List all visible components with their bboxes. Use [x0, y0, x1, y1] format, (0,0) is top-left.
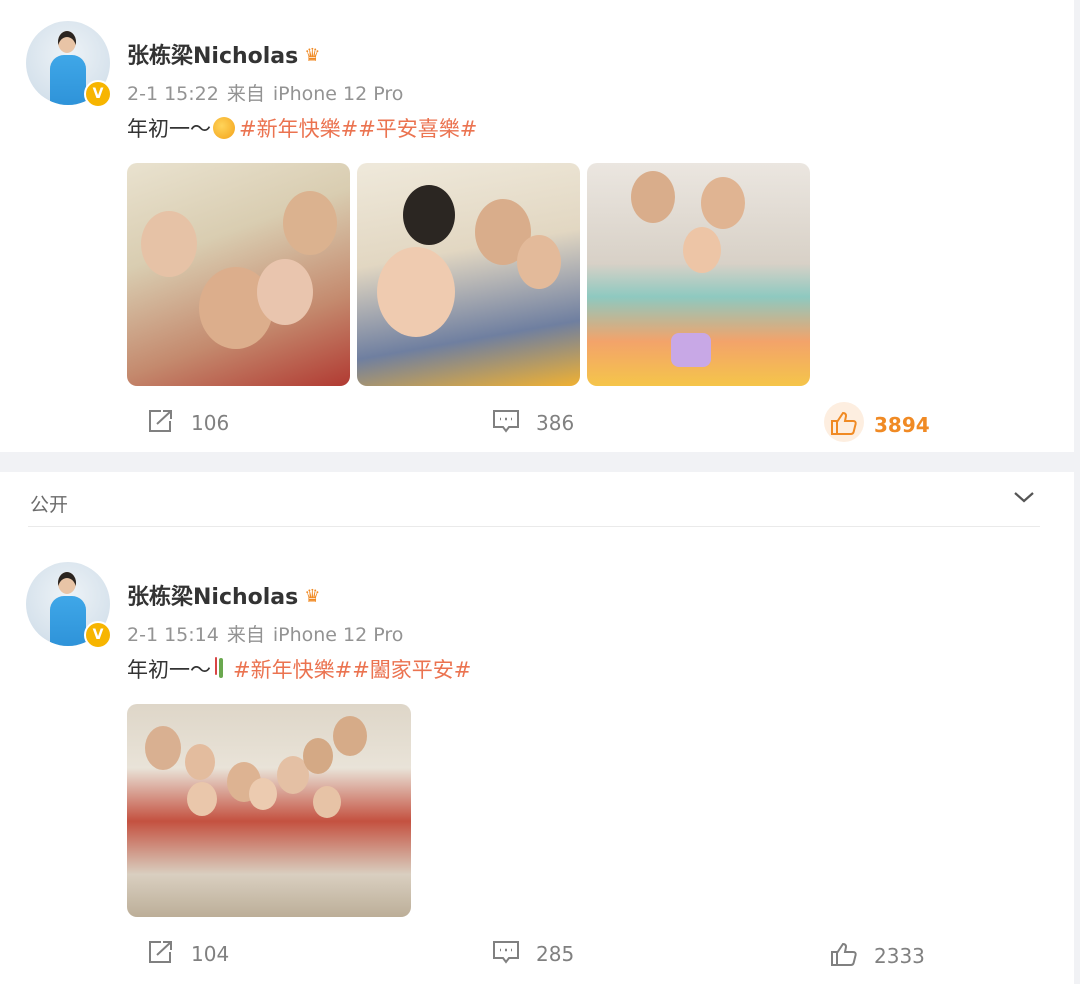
repost-count: 104: [191, 942, 230, 966]
bamboo-sprig-icon: [213, 658, 229, 680]
post-meta: 2-1 15:14 来自 iPhone 12 Pro: [127, 620, 403, 647]
source-prefix: 来自: [226, 624, 265, 646]
crown-icon: ♛: [304, 586, 321, 607]
crown-icon: ♛: [304, 45, 321, 66]
like-count: 2333: [874, 944, 925, 968]
comment-count: 285: [536, 942, 575, 966]
comment-button[interactable]: 386: [492, 408, 574, 439]
family-selfie-photo[interactable]: [127, 163, 350, 386]
three-kids-photo[interactable]: [587, 163, 810, 386]
post-source: iPhone 12 Pro: [272, 624, 404, 646]
smiling-face-with-hearts-icon: [213, 117, 235, 139]
thumbs-up-icon: [830, 941, 858, 972]
like-count: 3894: [874, 413, 930, 437]
post-meta: 2-1 15:22 来自 iPhone 12 Pro: [127, 79, 403, 106]
author-name-text[interactable]: 张栋梁Nicholas: [127, 585, 298, 610]
verified-badge-icon: V: [84, 80, 112, 108]
author-name[interactable]: 张栋梁Nicholas ♛: [127, 38, 320, 70]
divider: [28, 526, 1040, 527]
thumbs-up-icon: [830, 410, 858, 441]
like-button[interactable]: 3894: [830, 410, 930, 441]
post-text: 年初一～ #新年快樂##平安喜樂#: [127, 113, 477, 143]
post-time[interactable]: 2-1 15:22: [127, 83, 219, 105]
post-source: iPhone 12 Pro: [272, 83, 404, 105]
repost-button[interactable]: 104: [147, 939, 229, 970]
hashtag-link[interactable]: #闔家平安#: [352, 658, 471, 682]
repost-button[interactable]: 106: [147, 408, 229, 439]
post-card: V 张栋梁Nicholas ♛ 2-1 15:22 来自 iPhone 12 Pro …: [0, 0, 1074, 452]
post-text-body: 年初一～: [127, 658, 211, 682]
comment-button[interactable]: 285: [492, 939, 574, 970]
hashtag-link[interactable]: #新年快樂#: [233, 658, 352, 682]
hashtag-link[interactable]: #新年快樂#: [239, 117, 358, 141]
repost-count: 106: [191, 411, 230, 435]
kids-selfie-photo[interactable]: [357, 163, 580, 386]
post-text-body: 年初一～: [127, 117, 211, 141]
comment-count: 386: [536, 411, 575, 435]
comment-icon: [492, 408, 520, 439]
comment-icon: [492, 939, 520, 970]
author-name[interactable]: 张栋梁Nicholas ♛: [127, 579, 320, 611]
share-icon: [147, 939, 175, 970]
like-button[interactable]: 2333: [830, 941, 925, 972]
chevron-down-icon[interactable]: [1012, 488, 1036, 510]
share-icon: [147, 408, 175, 439]
source-prefix: 来自: [226, 83, 265, 105]
visibility-label: 公开: [30, 494, 69, 516]
post-time[interactable]: 2-1 15:14: [127, 624, 219, 646]
author-name-text[interactable]: 张栋梁Nicholas: [127, 44, 298, 69]
verified-badge-icon: V: [84, 621, 112, 649]
post-text: 年初一～ #新年快樂##闔家平安#: [127, 654, 471, 684]
family-group-photo[interactable]: [127, 704, 411, 917]
hashtag-link[interactable]: #平安喜樂#: [358, 117, 477, 141]
